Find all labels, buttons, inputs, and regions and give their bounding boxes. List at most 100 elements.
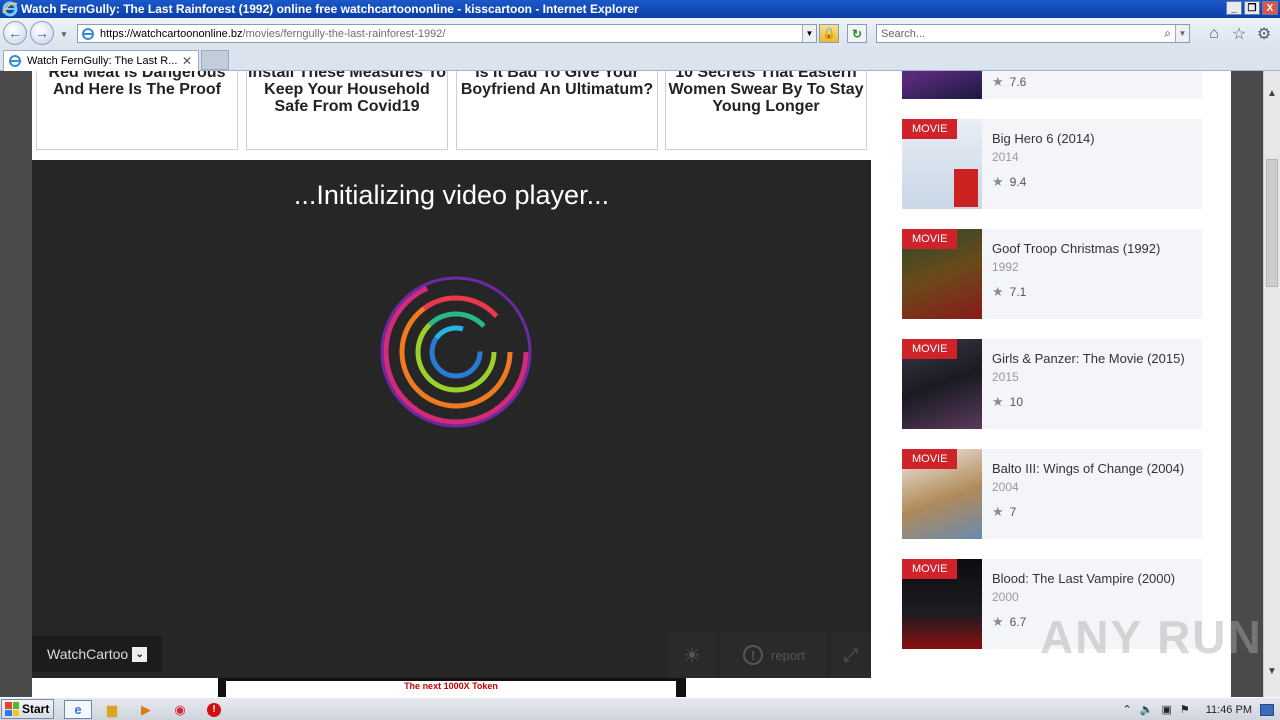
player-controls: WatchCartoo ⌄ ☀ ! report ⤢ — [32, 632, 871, 678]
minimize-button[interactable]: _ — [1226, 1, 1242, 15]
scroll-down-icon[interactable]: ▼ — [1264, 663, 1280, 679]
ad-card-3[interactable]: Is It Bad To Give Your Boyfriend An Ulti… — [456, 71, 658, 150]
rating-value: 10 — [1009, 395, 1024, 409]
movie-badge: MOVIE — [902, 119, 958, 139]
star-icon: ★ — [992, 504, 1004, 519]
tab-label: Watch FernGully: The Last R... — [27, 55, 178, 67]
close-tab-icon[interactable]: ✕ — [180, 54, 194, 68]
movie-badge: MOVIE — [902, 229, 958, 249]
vertical-scrollbar[interactable]: ▲ ▼ — [1263, 71, 1280, 697]
movie-year: 2000 — [992, 590, 1019, 604]
back-arrow-icon: ← — [8, 25, 22, 41]
expand-icon: ⤢ — [843, 644, 859, 665]
search-dropdown-icon[interactable]: ▼ — [1175, 25, 1189, 42]
movie-title[interactable]: Girls & Panzer: The Movie (2015) — [992, 351, 1185, 366]
tab-strip: Watch FernGully: The Last R... ✕ — [0, 48, 1280, 71]
address-dropdown-icon[interactable]: ▼ — [802, 25, 816, 42]
search-icon[interactable]: ⌕ — [1164, 26, 1171, 41]
gear-icon[interactable]: ⚙ — [1255, 25, 1273, 43]
flag-icon[interactable]: ⚑ — [1180, 703, 1190, 716]
restore-button[interactable]: ❐ — [1244, 1, 1260, 15]
taskbar-explorer[interactable]: ▆ — [98, 700, 126, 719]
ie-logo-icon — [2, 1, 18, 17]
movie-item[interactable]: MOVIE Balto III: Wings of Change (2004) … — [902, 449, 1202, 539]
forward-arrow-icon: → — [35, 25, 49, 41]
movie-badge: MOVIE — [902, 449, 958, 469]
start-label: Start — [22, 702, 50, 716]
report-label: report — [771, 647, 805, 663]
video-player[interactable]: ...Initializing video player... WatchCar… — [32, 160, 871, 678]
anyrun-watermark: ANY RUN — [1040, 611, 1263, 663]
back-button[interactable]: ← — [3, 21, 27, 45]
search-input[interactable]: Search... ⌕ ▼ — [876, 24, 1190, 43]
player-status: ...Initializing video player... — [293, 180, 610, 210]
taskbar-ie[interactable]: e — [64, 700, 92, 719]
movie-rating: ★ 9.4 — [992, 174, 1026, 190]
close-window-button[interactable]: X — [1262, 1, 1278, 15]
refresh-icon[interactable]: ↻ — [847, 24, 867, 43]
movie-year: 1992 — [992, 260, 1019, 274]
ad-row: Red Meat Is Dangerous And Here Is The Pr… — [32, 71, 871, 159]
volume-icon[interactable]: 🔈 — [1140, 703, 1154, 716]
start-button[interactable]: Start — [1, 699, 54, 719]
search-placeholder: Search... — [881, 27, 926, 40]
movie-badge: MOVIE — [902, 559, 958, 579]
tray-expand-icon[interactable]: ⌃ — [1123, 703, 1132, 716]
show-desktop-icon[interactable] — [1260, 703, 1274, 716]
movie-item[interactable]: MOVIE Girls & Panzer: The Movie (2015) 2… — [902, 339, 1202, 429]
related-movies-sidebar: ★ 7.6 MOVIE Big Hero 6 (2014) 2014 ★ 9.4… — [902, 71, 1202, 697]
address-path: /movies/ferngully-the-last-rainforest-19… — [242, 27, 446, 40]
scroll-up-icon[interactable]: ▲ — [1264, 85, 1280, 101]
ad-card-1[interactable]: Red Meat Is Dangerous And Here Is The Pr… — [36, 71, 238, 150]
brightness-button[interactable]: ☀ — [668, 632, 716, 678]
rating-value: 9.4 — [1009, 175, 1027, 189]
star-icon: ★ — [992, 284, 1004, 299]
tab-active[interactable]: Watch FernGully: The Last R... ✕ — [3, 50, 199, 71]
movie-title[interactable]: Blood: The Last Vampire (2000) — [992, 571, 1175, 586]
star-icon: ★ — [992, 174, 1004, 189]
chevron-down-icon: ⌄ — [132, 646, 148, 662]
taskbar-alert[interactable]: ! — [200, 700, 228, 719]
rating-value: 7.1 — [1009, 285, 1027, 299]
movie-title[interactable]: Balto III: Wings of Change (2004) — [992, 461, 1184, 476]
lock-icon[interactable]: 🔒 — [819, 24, 839, 43]
star-icon: ★ — [992, 394, 1004, 409]
movie-item[interactable]: MOVIE Goof Troop Christmas (1992) 1992 ★… — [902, 229, 1202, 319]
movie-item[interactable]: MOVIE Big Hero 6 (2014) 2014 ★ 9.4 — [902, 119, 1202, 209]
star-icon: ★ — [992, 614, 1004, 629]
bottom-banner-ad[interactable]: The next 1000X Token — [218, 678, 686, 697]
movie-rating: ★ 6.7 — [992, 614, 1026, 630]
system-tray: ⌃ 🔈 ▣ ⚑ 11:46 PM — [1123, 698, 1280, 720]
report-button[interactable]: ! report — [720, 632, 828, 678]
new-tab-button[interactable] — [201, 50, 229, 70]
clock[interactable]: 11:46 PM — [1206, 704, 1252, 716]
media-player-icon: ▶ — [141, 701, 151, 717]
server-select[interactable]: WatchCartoo ⌄ — [32, 636, 162, 672]
movie-year: 2015 — [992, 370, 1019, 384]
page-viewport: Red Meat Is Dangerous And Here Is The Pr… — [0, 71, 1263, 697]
network-icon[interactable]: ▣ — [1161, 703, 1171, 716]
web-page: Red Meat Is Dangerous And Here Is The Pr… — [32, 71, 1231, 697]
favorites-star-icon[interactable]: ☆ — [1230, 25, 1248, 43]
forward-button[interactable]: → — [30, 21, 54, 45]
fullscreen-button[interactable]: ⤢ — [831, 632, 871, 678]
movie-title[interactable]: Big Hero 6 (2014) — [992, 131, 1095, 146]
movie-item-partial[interactable]: ★ 7.6 — [902, 71, 1202, 99]
movie-rating: ★ 10 — [992, 394, 1023, 410]
folder-icon: ▆ — [107, 701, 117, 717]
home-icon[interactable]: ⌂ — [1205, 25, 1223, 43]
movie-badge: MOVIE — [902, 339, 958, 359]
address-bar[interactable]: https://watchcartoononline.bz/movies/fer… — [77, 24, 817, 43]
history-dropdown-icon[interactable]: ▼ — [60, 30, 68, 39]
movie-rating: ★ 7.1 — [992, 284, 1026, 300]
movie-year: 2004 — [992, 480, 1019, 494]
taskbar-media[interactable]: ▶ — [132, 700, 160, 719]
taskbar-chrome[interactable]: ◉ — [166, 700, 194, 719]
address-host: https://watchcartoononline.bz — [100, 27, 243, 40]
scroll-thumb[interactable] — [1266, 159, 1278, 287]
server-label: WatchCartoo — [47, 646, 129, 662]
ad-card-4[interactable]: 10 Secrets That Eastern Women Swear By T… — [665, 71, 867, 150]
movie-title[interactable]: Goof Troop Christmas (1992) — [992, 241, 1160, 256]
tab-favicon-icon — [9, 55, 21, 67]
ad-card-2[interactable]: Install These Measures To Keep Your Hous… — [246, 71, 448, 150]
